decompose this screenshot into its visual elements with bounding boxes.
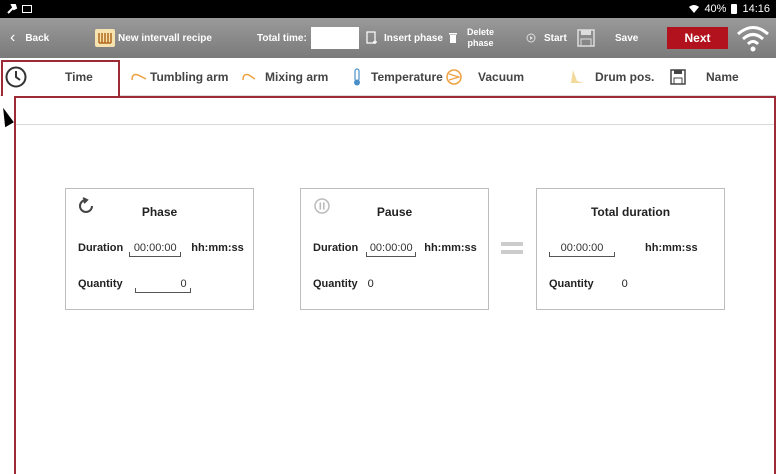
- back-label: Back: [25, 32, 50, 44]
- pause-title: Pause: [376, 205, 413, 219]
- tab-temperature-label: Temperature: [371, 70, 443, 84]
- tab-drum-position-label: Drum pos.: [595, 70, 655, 84]
- trash-icon: [449, 33, 457, 43]
- content-panel: Phase Duration 00:00:00 hh:mm:ss Quantit…: [14, 96, 776, 474]
- phase-quantity-row: Quantity 0: [78, 278, 191, 293]
- chevron-left-icon: ‹: [10, 29, 16, 46]
- back-button[interactable]: ‹ Back: [10, 18, 49, 58]
- total-duration-row: 00:00:00 hh:mm:ss: [549, 242, 698, 257]
- battery-percent: 40%: [704, 3, 727, 15]
- total-quantity-row: Quantity 0: [549, 278, 628, 290]
- wifi-icon: [737, 26, 769, 52]
- insert-phase-label: Insert phase: [384, 32, 443, 44]
- tab-mixing-arm-label: Mixing arm: [265, 70, 329, 84]
- interval-recipe-icon: [95, 29, 115, 47]
- mouse-pointer-icon: [0, 106, 14, 128]
- total-duration-title: Total duration: [590, 205, 671, 219]
- phase-card: Phase Duration 00:00:00 hh:mm:ss Quantit…: [65, 188, 254, 310]
- pause-quantity-value: 0: [367, 278, 374, 290]
- drum-position-icon: [571, 70, 584, 83]
- recipe-label: New intervall recipe: [118, 32, 212, 44]
- pause-duration-label: Duration: [313, 242, 359, 254]
- next-button[interactable]: Next: [667, 27, 728, 49]
- phase-duration-field[interactable]: 00:00:00: [129, 242, 182, 257]
- vacuum-icon: [446, 69, 462, 85]
- tab-mixing-arm[interactable]: Mixing arm: [241, 58, 328, 96]
- total-quantity-label: Quantity: [549, 278, 594, 290]
- status-bar: 40% 14:16: [0, 0, 776, 18]
- insert-phase-button[interactable]: Insert phase: [366, 18, 443, 58]
- delete-phase-label-line1: Delete: [467, 27, 495, 37]
- tumbling-arm-icon: [131, 73, 147, 81]
- wrench-icon: [7, 4, 18, 14]
- clock-time: 14:16: [742, 3, 770, 15]
- tab-tumbling-arm[interactable]: Tumbling arm: [130, 58, 228, 96]
- tab-vacuum-label: Vacuum: [478, 70, 525, 84]
- save-label: Save: [615, 32, 639, 44]
- equals-icon: [501, 242, 523, 254]
- pause-duration-unit: hh:mm:ss: [424, 242, 477, 254]
- wifi-status-icon: [689, 5, 700, 13]
- tab-name[interactable]: Name: [670, 58, 739, 96]
- clock-icon: [5, 66, 27, 88]
- tab-temperature[interactable]: Temperature: [353, 58, 443, 96]
- total-duration-field: 00:00:00: [549, 242, 615, 257]
- total-quantity-value: 0: [621, 278, 628, 290]
- total-time-field[interactable]: [310, 27, 359, 49]
- pause-duration-field[interactable]: 00:00:00: [366, 242, 417, 257]
- phase-quantity-label: Quantity: [78, 278, 123, 290]
- divider: [16, 124, 774, 125]
- tab-time[interactable]: Time: [5, 58, 93, 96]
- new-recipe-button[interactable]: New intervall recipe: [95, 18, 212, 58]
- phase-quantity-field[interactable]: 0: [134, 278, 191, 293]
- app-screen: 40% 14:16 ‹ Back New intervall recipe To…: [0, 0, 776, 474]
- tab-time-label: Time: [65, 70, 93, 84]
- pause-quantity-label: Quantity: [313, 278, 358, 290]
- total-time-label: Total time:: [257, 32, 307, 44]
- phase-duration-label: Duration: [78, 242, 124, 254]
- image-notification-icon: [22, 5, 32, 13]
- total-duration-card: Total duration 00:00:00 hh:mm:ss Quantit…: [536, 188, 725, 310]
- phase-title: Phase: [141, 205, 178, 219]
- pause-duration-row: Duration 00:00:00 hh:mm:ss: [313, 242, 477, 257]
- tab-name-label: Name: [706, 70, 739, 84]
- total-time-group: Total time:: [257, 18, 359, 58]
- save-disk-icon: [670, 69, 686, 85]
- save-disk-icon: [577, 29, 595, 47]
- save-button[interactable]: Save: [577, 18, 638, 58]
- insert-phase-icon: [366, 31, 377, 44]
- phase-duration-unit: hh:mm:ss: [191, 242, 244, 254]
- delete-phase-label-line2: phase: [467, 38, 494, 48]
- pause-quantity-row: Quantity 0: [313, 278, 374, 290]
- start-label: Start: [544, 32, 567, 44]
- thermometer-icon: [354, 68, 360, 86]
- tab-drum-position[interactable]: Drum pos.: [569, 58, 654, 96]
- total-duration-unit: hh:mm:ss: [645, 242, 698, 254]
- delete-phase-button[interactable]: Delete phase: [449, 18, 494, 58]
- start-button[interactable]: Start: [526, 18, 567, 58]
- tab-tumbling-arm-label: Tumbling arm: [150, 70, 229, 84]
- top-toolbar: ‹ Back New intervall recipe Total time: …: [0, 18, 776, 58]
- mixing-arm-icon: [242, 73, 256, 81]
- battery-icon: [731, 4, 738, 14]
- play-icon: [526, 33, 536, 43]
- pause-card: Pause Duration 00:00:00 hh:mm:ss Quantit…: [300, 188, 489, 310]
- tab-vacuum[interactable]: Vacuum: [446, 58, 524, 96]
- phase-duration-row: Duration 00:00:00 hh:mm:ss: [78, 242, 244, 257]
- tab-bar: Time Tumbling arm Mixing arm Temperature…: [0, 58, 776, 96]
